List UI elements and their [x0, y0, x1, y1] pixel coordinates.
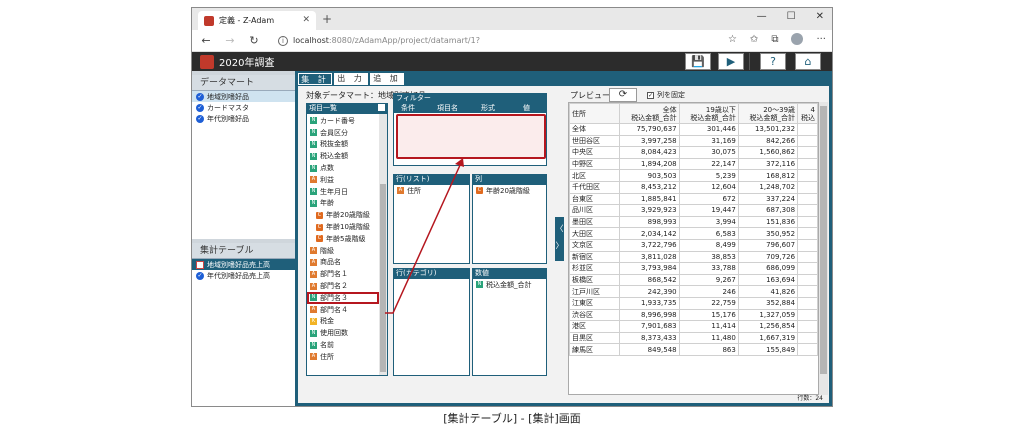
figure-caption: [集計テーブル] - [集計]画面 [443, 412, 581, 425]
drag-arrow-line [385, 162, 462, 314]
drag-arrow-overlay [385, 158, 464, 314]
